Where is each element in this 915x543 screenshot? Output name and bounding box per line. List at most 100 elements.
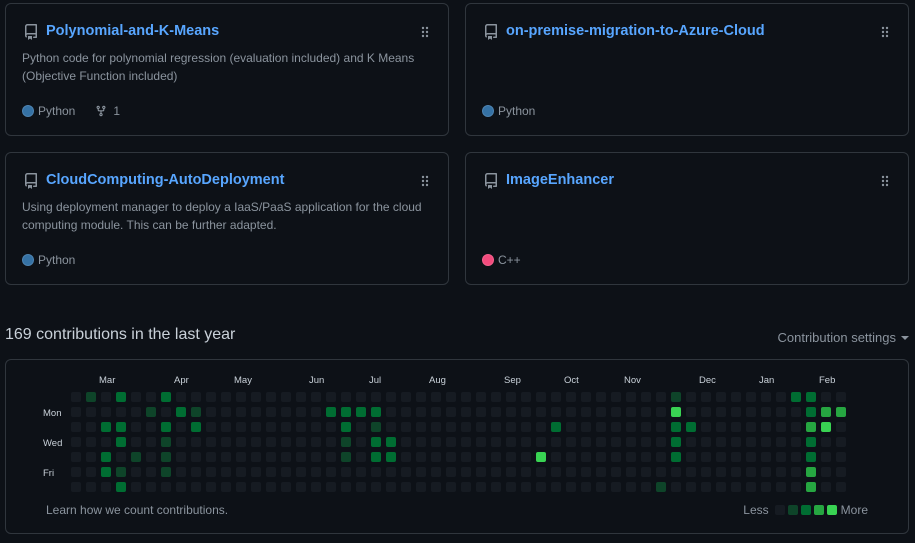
contribution-day-cell[interactable]: [176, 392, 186, 402]
contribution-day-cell[interactable]: [236, 482, 246, 492]
contribution-day-cell[interactable]: [776, 392, 786, 402]
contribution-day-cell[interactable]: [821, 407, 831, 417]
contribution-day-cell[interactable]: [746, 452, 756, 462]
contribution-day-cell[interactable]: [356, 392, 366, 402]
contribution-day-cell[interactable]: [461, 392, 471, 402]
contribution-day-cell[interactable]: [71, 467, 81, 477]
contribution-day-cell[interactable]: [551, 392, 561, 402]
contribution-day-cell[interactable]: [776, 452, 786, 462]
contribution-day-cell[interactable]: [656, 452, 666, 462]
drag-handle-icon[interactable]: [880, 24, 890, 40]
contribution-day-cell[interactable]: [446, 392, 456, 402]
contribution-day-cell[interactable]: [146, 422, 156, 432]
contribution-day-cell[interactable]: [161, 452, 171, 462]
contribution-day-cell[interactable]: [656, 482, 666, 492]
contribution-day-cell[interactable]: [356, 482, 366, 492]
contribution-day-cell[interactable]: [731, 437, 741, 447]
contribution-day-cell[interactable]: [716, 407, 726, 417]
contribution-day-cell[interactable]: [176, 437, 186, 447]
contribution-day-cell[interactable]: [641, 437, 651, 447]
contribution-day-cell[interactable]: [161, 392, 171, 402]
contribution-day-cell[interactable]: [716, 422, 726, 432]
contribution-day-cell[interactable]: [641, 407, 651, 417]
contribution-day-cell[interactable]: [461, 422, 471, 432]
contribution-day-cell[interactable]: [101, 482, 111, 492]
contribution-day-cell[interactable]: [221, 407, 231, 417]
contribution-day-cell[interactable]: [341, 407, 351, 417]
contribution-day-cell[interactable]: [71, 392, 81, 402]
contribution-day-cell[interactable]: [701, 437, 711, 447]
repo-name-link[interactable]: CloudComputing-AutoDeployment: [46, 172, 284, 188]
contribution-day-cell[interactable]: [476, 437, 486, 447]
contribution-day-cell[interactable]: [506, 467, 516, 477]
contribution-day-cell[interactable]: [566, 392, 576, 402]
contribution-day-cell[interactable]: [626, 437, 636, 447]
contribution-day-cell[interactable]: [86, 392, 96, 402]
contribution-day-cell[interactable]: [656, 422, 666, 432]
contribution-day-cell[interactable]: [776, 467, 786, 477]
contribution-day-cell[interactable]: [266, 422, 276, 432]
contribution-day-cell[interactable]: [626, 452, 636, 462]
contribution-day-cell[interactable]: [596, 437, 606, 447]
contribution-day-cell[interactable]: [206, 467, 216, 477]
contribution-day-cell[interactable]: [266, 452, 276, 462]
contribution-day-cell[interactable]: [146, 482, 156, 492]
contribution-day-cell[interactable]: [236, 467, 246, 477]
contribution-day-cell[interactable]: [86, 482, 96, 492]
contribution-day-cell[interactable]: [641, 467, 651, 477]
contribution-day-cell[interactable]: [251, 392, 261, 402]
contribution-day-cell[interactable]: [371, 452, 381, 462]
contribution-day-cell[interactable]: [446, 437, 456, 447]
contribution-day-cell[interactable]: [416, 452, 426, 462]
contribution-day-cell[interactable]: [656, 467, 666, 477]
contribution-day-cell[interactable]: [506, 452, 516, 462]
contribution-day-cell[interactable]: [701, 392, 711, 402]
forks-link[interactable]: 1: [95, 104, 120, 118]
contribution-day-cell[interactable]: [551, 437, 561, 447]
contribution-day-cell[interactable]: [191, 392, 201, 402]
contribution-settings-button[interactable]: Contribution settings: [777, 330, 909, 345]
contribution-day-cell[interactable]: [296, 392, 306, 402]
contribution-day-cell[interactable]: [416, 407, 426, 417]
contribution-day-cell[interactable]: [806, 392, 816, 402]
contribution-day-cell[interactable]: [536, 437, 546, 447]
contribution-day-cell[interactable]: [626, 392, 636, 402]
contribution-day-cell[interactable]: [266, 407, 276, 417]
contribution-day-cell[interactable]: [701, 467, 711, 477]
contribution-day-cell[interactable]: [686, 452, 696, 462]
contribution-day-cell[interactable]: [521, 422, 531, 432]
contribution-day-cell[interactable]: [671, 407, 681, 417]
contribution-day-cell[interactable]: [86, 467, 96, 477]
contribution-day-cell[interactable]: [536, 482, 546, 492]
contribution-day-cell[interactable]: [371, 437, 381, 447]
contribution-day-cell[interactable]: [356, 422, 366, 432]
contribution-day-cell[interactable]: [596, 452, 606, 462]
contribution-day-cell[interactable]: [86, 407, 96, 417]
contribution-day-cell[interactable]: [221, 482, 231, 492]
contribution-day-cell[interactable]: [341, 467, 351, 477]
contribution-day-cell[interactable]: [581, 482, 591, 492]
contribution-day-cell[interactable]: [71, 407, 81, 417]
contribution-day-cell[interactable]: [461, 482, 471, 492]
contribution-day-cell[interactable]: [146, 452, 156, 462]
contribution-day-cell[interactable]: [206, 482, 216, 492]
contribution-day-cell[interactable]: [326, 392, 336, 402]
contribution-day-cell[interactable]: [251, 407, 261, 417]
contribution-day-cell[interactable]: [581, 392, 591, 402]
contribution-day-cell[interactable]: [266, 437, 276, 447]
contribution-day-cell[interactable]: [401, 482, 411, 492]
contribution-day-cell[interactable]: [101, 452, 111, 462]
contribution-day-cell[interactable]: [401, 452, 411, 462]
contribution-day-cell[interactable]: [836, 452, 846, 462]
contribution-day-cell[interactable]: [596, 467, 606, 477]
contribution-day-cell[interactable]: [131, 392, 141, 402]
contribution-day-cell[interactable]: [476, 482, 486, 492]
contribution-day-cell[interactable]: [191, 407, 201, 417]
contribution-day-cell[interactable]: [326, 452, 336, 462]
contribution-day-cell[interactable]: [446, 467, 456, 477]
contribution-day-cell[interactable]: [101, 437, 111, 447]
drag-handle-icon[interactable]: [880, 173, 890, 189]
contribution-day-cell[interactable]: [341, 482, 351, 492]
contribution-day-cell[interactable]: [416, 482, 426, 492]
contribution-day-cell[interactable]: [236, 452, 246, 462]
